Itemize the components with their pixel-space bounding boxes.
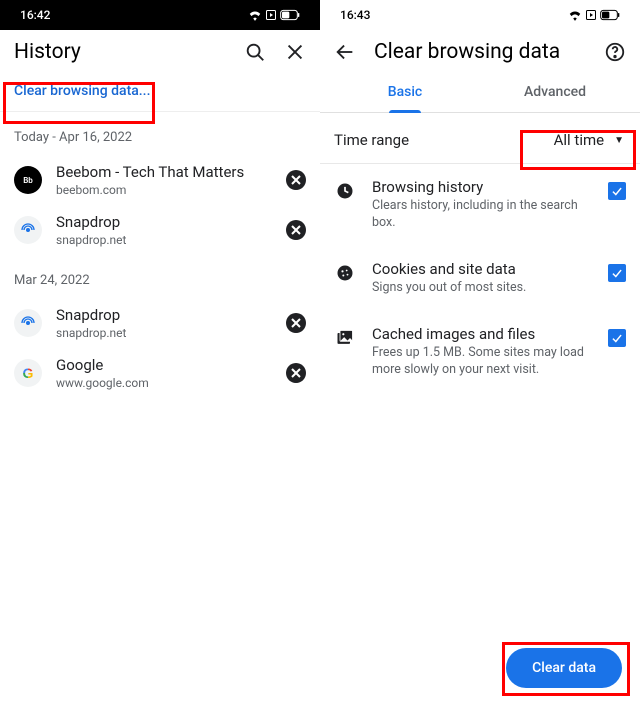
page-title: Clear browsing data — [374, 40, 586, 64]
option-title: Browsing history — [372, 178, 592, 196]
option-desc: Clears history, including in the search … — [372, 198, 592, 232]
clear-data-screen: 16:43 Clear browsing data Basic Advanced… — [320, 0, 640, 708]
checkbox[interactable] — [608, 329, 626, 347]
remove-item-icon[interactable] — [286, 170, 306, 190]
favicon-beebom: Bb — [14, 166, 42, 194]
status-time: 16:42 — [20, 8, 50, 22]
remove-item-icon[interactable] — [286, 363, 306, 383]
status-icons — [568, 9, 620, 21]
history-item-title: Snapdrop — [56, 213, 272, 231]
cast-icon — [585, 9, 597, 21]
history-item[interactable]: Snapdrop snapdrop.net — [0, 298, 320, 348]
clear-browsing-data-link[interactable]: Clear browsing data... — [14, 83, 150, 99]
time-range-row: Time range All time ▼ — [320, 113, 640, 164]
remove-item-icon[interactable] — [286, 313, 306, 333]
status-bar: 16:43 — [320, 0, 640, 30]
date-group-label: Mar 24, 2022 — [0, 255, 320, 298]
back-icon[interactable] — [334, 41, 356, 63]
history-item-title: Beebom - Tech That Matters — [56, 163, 272, 181]
clear-browsing-data-row: Clear browsing data... — [0, 74, 320, 112]
help-icon[interactable] — [604, 41, 626, 63]
history-item[interactable]: Snapdrop snapdrop.net — [0, 205, 320, 255]
time-range-label: Time range — [334, 131, 409, 149]
history-item-text: Snapdrop snapdrop.net — [56, 213, 272, 247]
status-icons — [248, 9, 300, 21]
option-title: Cached images and files — [372, 325, 592, 343]
history-item-url: snapdrop.net — [56, 233, 272, 247]
images-icon — [334, 327, 356, 349]
wifi-icon — [568, 9, 582, 21]
time-range-select[interactable]: All time ▼ — [554, 131, 626, 149]
favicon-google: G — [14, 359, 42, 387]
history-item-text: Beebom - Tech That Matters beebom.com — [56, 163, 272, 197]
chevron-down-icon: ▼ — [614, 135, 624, 146]
option-cookies[interactable]: Cookies and site data Signs you out of m… — [320, 246, 640, 311]
history-item-text: Snapdrop snapdrop.net — [56, 306, 272, 340]
tab-advanced[interactable]: Advanced — [480, 74, 630, 112]
history-item-title: Google — [56, 356, 272, 374]
cookie-icon — [334, 262, 356, 284]
status-bar: 16:42 — [0, 0, 320, 30]
clear-data-button[interactable]: Clear data — [506, 648, 622, 688]
close-icon[interactable] — [284, 41, 306, 63]
history-item-url: www.google.com — [56, 376, 272, 390]
wifi-icon — [248, 9, 262, 21]
history-item[interactable]: G Google www.google.com — [0, 348, 320, 398]
checkbox[interactable] — [608, 182, 626, 200]
tab-bar: Basic Advanced — [320, 74, 640, 113]
checkbox[interactable] — [608, 264, 626, 282]
clear-data-button-area: Clear data — [506, 648, 622, 688]
page-title: History — [14, 40, 81, 64]
tab-basic[interactable]: Basic — [330, 74, 480, 112]
history-item[interactable]: Bb Beebom - Tech That Matters beebom.com — [0, 155, 320, 205]
date-group-label: Today - Apr 16, 2022 — [0, 112, 320, 155]
favicon-snapdrop — [14, 216, 42, 244]
clock-icon — [334, 180, 356, 202]
search-icon[interactable] — [244, 41, 266, 63]
time-range-value: All time — [554, 131, 604, 149]
history-item-url: snapdrop.net — [56, 326, 272, 340]
option-title: Cookies and site data — [372, 260, 592, 278]
option-browsing-history[interactable]: Browsing history Clears history, includi… — [320, 164, 640, 246]
favicon-snapdrop — [14, 309, 42, 337]
history-screen: 16:42 History Clear browsing data... Tod… — [0, 0, 320, 708]
history-item-text: Google www.google.com — [56, 356, 272, 390]
option-text: Cookies and site data Signs you out of m… — [372, 260, 592, 297]
option-cached-images[interactable]: Cached images and files Frees up 1.5 MB.… — [320, 311, 640, 393]
option-text: Browsing history Clears history, includi… — [372, 178, 592, 232]
status-time: 16:43 — [340, 8, 370, 22]
cast-icon — [265, 9, 277, 21]
option-desc: Frees up 1.5 MB. Some sites may load mor… — [372, 345, 592, 379]
option-desc: Signs you out of most sites. — [372, 280, 592, 297]
history-item-title: Snapdrop — [56, 306, 272, 324]
option-text: Cached images and files Frees up 1.5 MB.… — [372, 325, 592, 379]
remove-item-icon[interactable] — [286, 220, 306, 240]
battery-icon — [280, 9, 300, 21]
clear-data-header: Clear browsing data — [320, 30, 640, 74]
history-header: History — [0, 30, 320, 74]
battery-icon — [600, 9, 620, 21]
history-item-url: beebom.com — [56, 183, 272, 197]
